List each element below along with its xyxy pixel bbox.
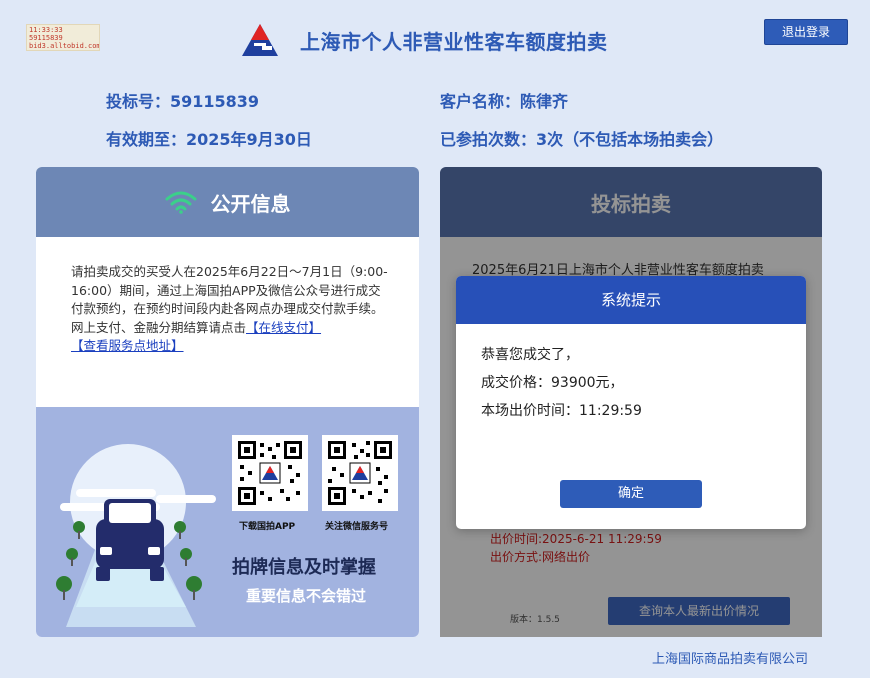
public-info-title: 公开信息 bbox=[210, 191, 291, 216]
wechat-qr-caption: 关注微信服务号 bbox=[325, 522, 389, 532]
wechat-qr-code bbox=[322, 435, 398, 511]
qr-code-icon bbox=[326, 439, 394, 507]
auction-count: 已参拍次数：3次（不包括本场拍卖会） bbox=[440, 130, 724, 149]
online-pay-link[interactable]: 【在线支付】 bbox=[246, 320, 321, 335]
customer-name: 客户名称：陈律齐 bbox=[440, 92, 569, 111]
public-info-header: 公开信息 bbox=[36, 167, 419, 237]
dialog-deal-price: 成交价格：93900元， bbox=[481, 375, 624, 391]
service-point-link[interactable]: 【查看服务点地址】 bbox=[71, 338, 184, 353]
notice-block: 请拍卖成交的买受人在2025年6月22日～7月1日（9:00-16:00）期间，… bbox=[36, 237, 419, 407]
confirm-button[interactable]: 确定 bbox=[560, 480, 702, 508]
app-qr-code bbox=[232, 435, 308, 511]
stamp-time: 11:33:33 bbox=[29, 26, 63, 34]
notice-text: 请拍卖成交的买受人在2025年6月22日～7月1日（9:00-16:00）期间，… bbox=[71, 264, 388, 316]
qr-code-icon bbox=[236, 439, 304, 507]
logout-button[interactable]: 退出登录 bbox=[764, 19, 848, 45]
bid-number: 投标号：59115839 bbox=[106, 92, 260, 111]
online-pay-prefix: 网上支付、金融分期结算请点击 bbox=[71, 319, 247, 335]
public-info-panel: 公开信息 请拍卖成交的买受人在2025年6月22日～7月1日（9:00-16:0… bbox=[36, 167, 419, 637]
dialog-congrats: 恭喜您成交了， bbox=[481, 347, 579, 363]
valid-until: 有效期至：2025年9月30日 bbox=[106, 130, 312, 149]
app-qr-caption: 下载国拍APP bbox=[239, 522, 296, 532]
promo-banner: 下载国拍APP 关注微信服务号 拍牌信息及时掌握 重要信息不会错过 bbox=[36, 407, 419, 637]
slogan-sub: 重要信息不会错过 bbox=[246, 587, 367, 605]
system-dialog: 系统提示 恭喜您成交了， 成交价格：93900元， 本场出价时间：11:29:5… bbox=[456, 276, 806, 529]
page-title: 上海市个人非营业性客车额度拍卖 bbox=[300, 30, 608, 54]
dialog-title: 系统提示 bbox=[456, 276, 806, 324]
auction-logo-icon bbox=[242, 24, 278, 56]
company-footer: 上海国际商品拍卖有限公司 bbox=[652, 652, 809, 667]
stamp-host: bid3.alltobid.com bbox=[29, 42, 100, 50]
slogan-main: 拍牌信息及时掌握 bbox=[232, 557, 376, 578]
dialog-bid-time: 本场出价时间：11:29:59 bbox=[481, 403, 642, 419]
wifi-icon bbox=[165, 191, 196, 214]
session-stamp: 11:33:33 59115839 bid3.alltobid.com bbox=[26, 24, 100, 51]
stamp-id: 59115839 bbox=[29, 34, 63, 42]
